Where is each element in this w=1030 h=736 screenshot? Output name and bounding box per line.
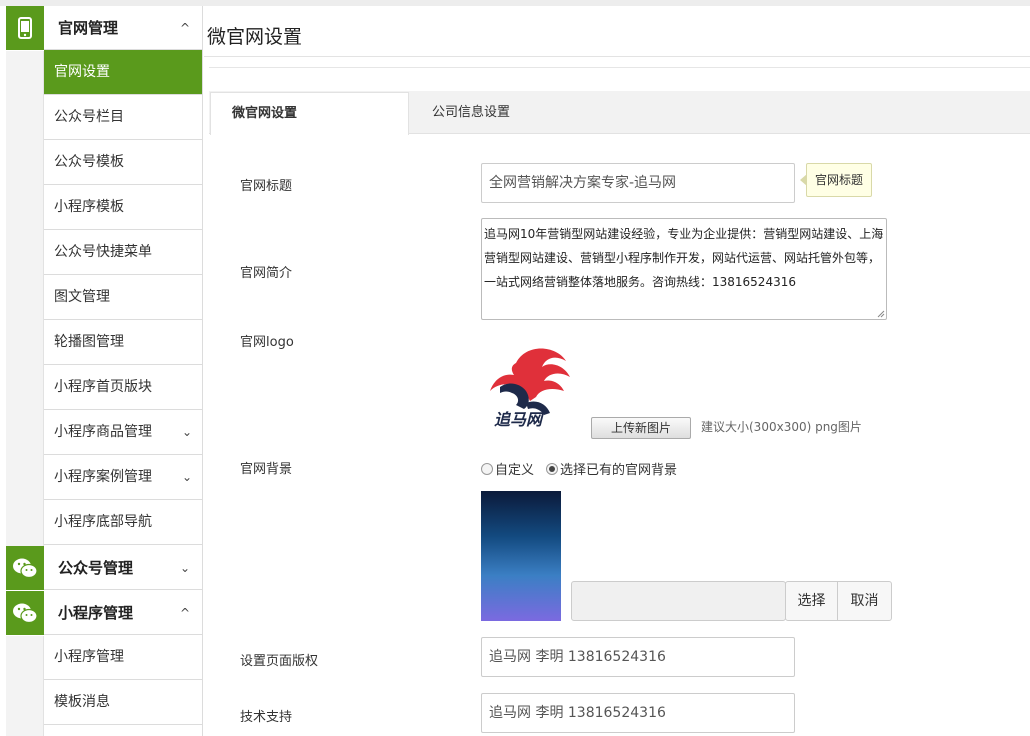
chevron-down-icon: ⌄ [181,470,192,484]
sidebar-item-label: 图文管理 [54,289,110,305]
sidebar-item-site-settings[interactable]: 官网设置 [44,50,202,95]
chevron-down-icon: ⌄ [179,561,190,575]
sidebar-item-mp-cases[interactable]: 小程序案例管理 ⌄ [44,455,202,500]
app-root: 官网管理 ^ 官网设置 公众号栏目 公众号模板 小程序模板 公众号快捷菜单 图文… [0,0,1030,736]
copyright-label: 设置页面版权 [240,654,319,669]
sidebar-item-oa-templates[interactable]: 公众号模板 [44,140,202,185]
radio-circle [546,462,558,475]
copyright-input[interactable]: 追马网 李明 13816524316 [481,637,795,677]
upload-image-button[interactable]: 上传新图片 [591,417,691,439]
bg-preview-image [481,491,561,621]
sidebar-item-label: 公众号快捷菜单 [54,244,152,260]
sidebar-item-label: 小程序模板 [54,199,124,215]
cancel-button[interactable]: 取消 [837,581,892,621]
logo-text: 追马网 [494,410,545,429]
tab-microsite-settings[interactable]: 微官网设置 [210,92,409,135]
sidebar-item-articles[interactable]: 图文管理 [44,275,202,320]
radio-label: 自定义 [495,463,535,478]
resize-grip-icon[interactable] [876,309,885,318]
sidebar-item-label: 官网设置 [54,64,110,80]
sidebar-group-label: 官网管理 [58,19,119,37]
sidebar-item-mp-management[interactable]: 小程序管理 [44,635,202,680]
sidebar-item-mp-bottom-nav[interactable]: 小程序底部导航 [44,500,202,545]
upload-hint: 建议大小(300x300) png图片 [701,420,862,434]
site-intro-line: 追马网10年营销型网站建设经验，专业为企业提供：营销型网站建设、上海 [484,227,884,241]
site-bg-label: 官网背景 [240,462,293,477]
sidebar-item-label: 小程序商品管理 [54,424,152,440]
sidebar-group-label: 公众号管理 [58,559,134,577]
sidebar-item-oa-columns[interactable]: 公众号栏目 [44,95,202,140]
sidebar-item-label: 轮播图管理 [54,334,124,350]
sidebar-item-label: 小程序首页版块 [54,379,152,395]
sidebar-item-template-messages[interactable]: 模板消息 [44,680,202,725]
site-title-input[interactable]: 全网营销解决方案专家-追马网 [481,163,795,203]
tab-company-info[interactable]: 公司信息设置 [432,92,510,134]
site-intro-label: 官网简介 [240,266,293,281]
chevron-up-icon: ^ [179,606,190,620]
site-logo-label: 官网logo [240,335,294,350]
site-title-tooltip: 官网标题 [799,163,873,197]
sidebar-item-carousel[interactable]: 轮播图管理 [44,320,202,365]
divider [204,56,1030,57]
sidebar-item-label: 模板消息 [54,694,110,710]
sidebar-item-label: 小程序管理 [54,649,124,665]
phone-icon [6,6,44,50]
sidebar-group-website[interactable]: 官网管理 ^ [6,6,202,50]
sidebar-icon-column [6,51,44,546]
chevron-up-icon: ^ [179,21,190,35]
pegasus-logo-icon: 追马网 [490,348,570,429]
site-logo-image: 追马网 [486,343,578,429]
radio-existing-bg[interactable]: 选择已有的官网背景 [546,459,677,478]
sidebar-item-mp-home-blocks[interactable]: 小程序首页版块 [44,365,202,410]
radio-circle [481,462,493,475]
sidebar-item-label: 公众号栏目 [54,109,124,125]
sidebar-icon-column [6,636,44,736]
site-intro-textarea[interactable]: 追马网10年营销型网站建设经验，专业为企业提供：营销型网站建设、上海 营销型网站… [481,218,887,320]
bg-file-input[interactable] [571,581,786,621]
select-button[interactable]: 选择 [785,581,838,621]
sidebar-item-mp-products[interactable]: 小程序商品管理 ⌄ [44,410,202,455]
sidebar-group-mini-program[interactable]: 小程序管理 ^ [6,591,202,635]
wechat-icon [6,591,44,635]
sidebar-item-label: 小程序案例管理 [54,469,152,485]
sidebar: 官网管理 ^ 官网设置 公众号栏目 公众号模板 小程序模板 公众号快捷菜单 图文… [6,6,203,736]
sidebar-item-oa-quick-menu[interactable]: 公众号快捷菜单 [44,230,202,275]
radio-custom[interactable]: 自定义 [481,459,534,478]
tech-support-label: 技术支持 [240,710,293,725]
site-intro-line: 一站式网络营销整体落地服务。咨询热线：13816524316 [484,275,796,289]
sidebar-group-label: 小程序管理 [58,604,134,622]
chevron-down-icon: ⌄ [181,425,192,439]
site-intro-line: 营销型网站建设、营销型小程序制作开发，网站代运营、网站托管外包等， [484,251,881,265]
sidebar-item-mp-templates[interactable]: 小程序模板 [44,185,202,230]
tech-support-input[interactable]: 追马网 李明 13816524316 [481,693,795,733]
sidebar-item-label: 公众号模板 [54,154,124,170]
radio-label: 选择已有的官网背景 [560,463,678,478]
wechat-icon [6,546,44,590]
page-title: 微官网设置 [207,26,303,48]
site-title-label: 官网标题 [240,179,293,194]
sidebar-item-label: 小程序底部导航 [54,514,152,530]
sidebar-group-official-account[interactable]: 公众号管理 ⌄ [6,546,202,590]
